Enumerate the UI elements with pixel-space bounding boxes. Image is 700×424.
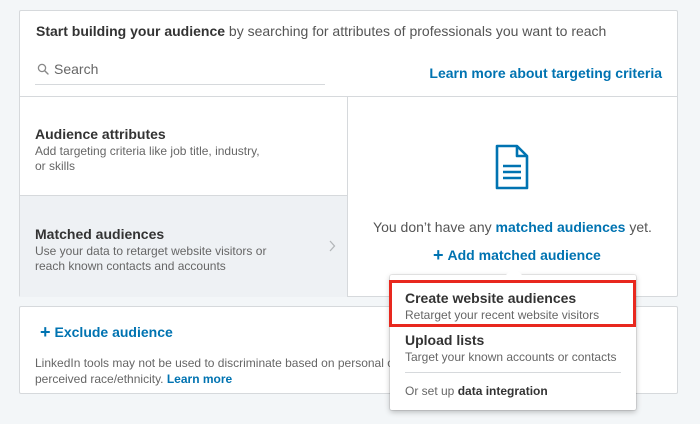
matched-audiences-desc-line: Use your data to retarget website visito…: [35, 244, 267, 258]
header-bold: Start building your audience: [36, 23, 226, 39]
audience-attributes-desc: Add targeting criteria like job title, i…: [35, 144, 332, 174]
audience-split: Audience attributes Add targeting criter…: [20, 96, 677, 297]
matched-audiences-link[interactable]: matched audiences: [496, 219, 626, 235]
footer-prefix: Or set up: [405, 384, 458, 398]
empty-state-prefix: You don’t have any: [373, 219, 496, 235]
document-icon: [495, 144, 529, 190]
matched-audiences-title: Matched audiences: [35, 226, 165, 242]
option-desc: Retarget your recent website visitors: [405, 308, 600, 322]
disclaimer-learn-more-link[interactable]: Learn more: [167, 372, 232, 386]
dropdown-arrow: [505, 267, 523, 276]
plus-icon: +: [433, 245, 444, 265]
upload-lists-option[interactable]: Upload lists Target your known accounts …: [405, 332, 616, 364]
learn-more-targeting-link[interactable]: Learn more about targeting criteria: [429, 65, 662, 81]
option-title: Create website audiences: [405, 290, 577, 306]
exclude-audience-button[interactable]: + Exclude audience: [40, 322, 173, 343]
dropdown-divider: [405, 372, 621, 373]
audience-attributes-desc-line: Add targeting criteria like job title, i…: [35, 144, 260, 158]
audience-attributes-desc-line: or skills: [35, 159, 76, 173]
discrimination-disclaimer: LinkedIn tools may not be used to discri…: [35, 355, 395, 387]
search-placeholder: Search: [54, 61, 99, 77]
empty-state-text: You don’t have any matched audiences yet…: [348, 219, 677, 235]
header-rest: by searching for attributes of professio…: [225, 23, 607, 39]
matched-audiences-panel[interactable]: Matched audiences Use your data to retar…: [20, 196, 347, 297]
audience-type-list: Audience attributes Add targeting criter…: [20, 97, 348, 297]
audience-card: Start building your audience by searchin…: [19, 10, 678, 297]
disclaimer-text: perceived race/ethnicity.: [35, 372, 167, 386]
audience-attributes-title: Audience attributes: [35, 126, 166, 142]
option-title: Upload lists: [405, 332, 485, 348]
exclude-audience-label: Exclude audience: [54, 324, 173, 340]
audience-attributes-panel[interactable]: Audience attributes Add targeting criter…: [20, 97, 347, 196]
matched-audiences-desc-line: reach known contacts and accounts: [35, 259, 226, 273]
create-website-audiences-option[interactable]: Create website audiences Retarget your r…: [405, 290, 599, 322]
data-integration-link[interactable]: data integration: [458, 384, 548, 398]
empty-state-suffix: yet.: [625, 219, 652, 235]
chevron-right-icon: [329, 240, 336, 252]
dropdown-footer: Or set up data integration: [405, 384, 548, 398]
disclaimer-line: LinkedIn tools may not be used to discri…: [35, 356, 395, 370]
matched-audiences-desc: Use your data to retarget website visito…: [35, 244, 332, 274]
disclaimer-line: perceived race/ethnicity. Learn more: [35, 371, 395, 387]
add-matched-audience-label: Add matched audience: [447, 247, 601, 263]
option-desc: Target your known accounts or contacts: [405, 350, 617, 364]
matched-audience-dropdown: Create website audiences Retarget your r…: [390, 267, 636, 410]
plus-icon: +: [40, 322, 51, 342]
add-matched-audience-button[interactable]: + Add matched audience: [433, 245, 601, 266]
card-header: Start building your audience by searchin…: [36, 23, 606, 39]
search-input[interactable]: Search: [35, 59, 325, 85]
search-icon: [37, 63, 49, 75]
